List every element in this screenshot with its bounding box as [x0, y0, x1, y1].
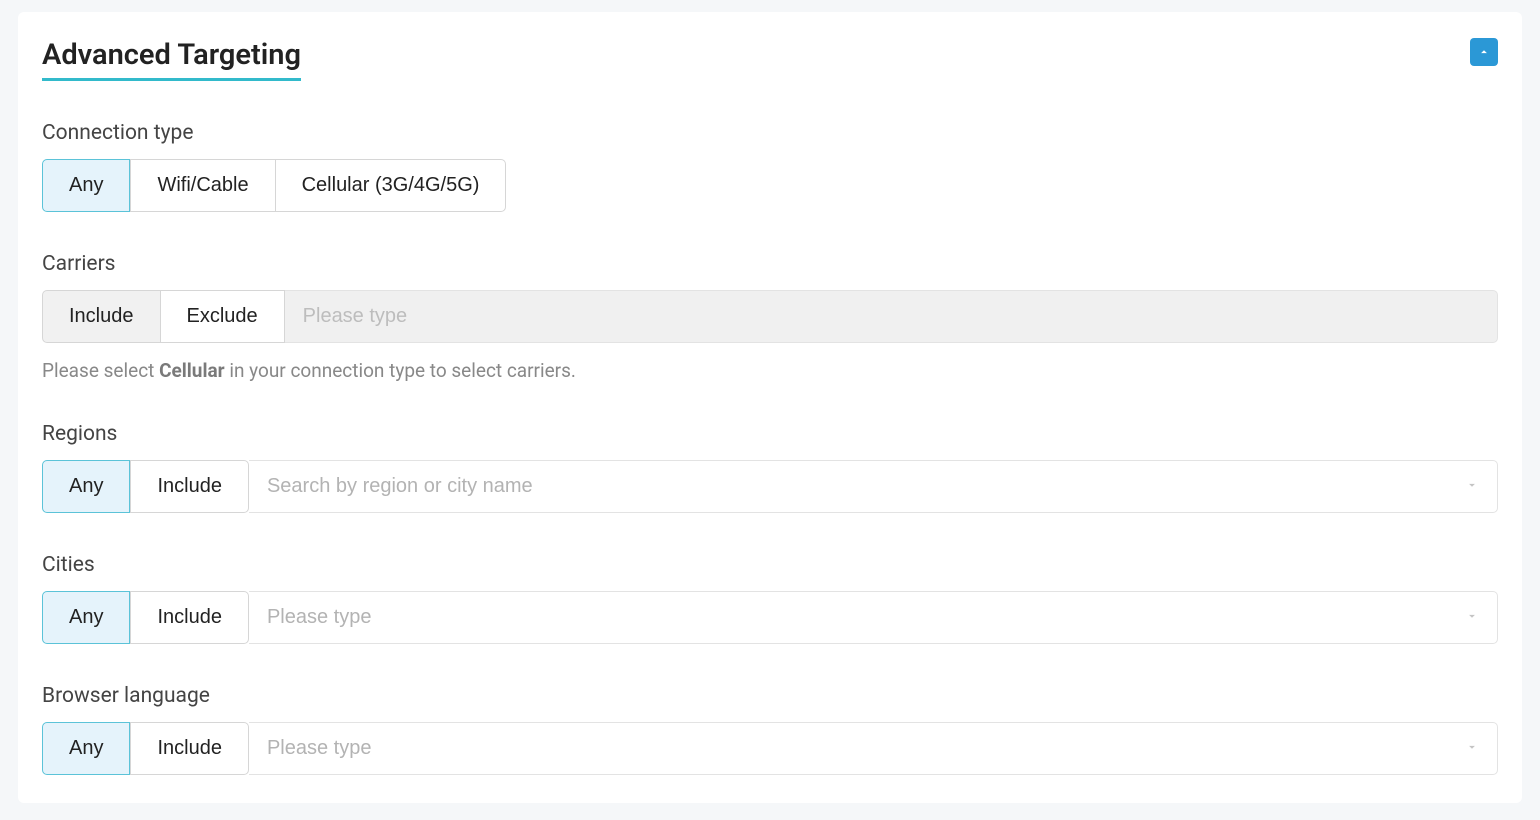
- carriers-input: [303, 291, 1479, 342]
- carriers-row: Include Exclude: [42, 290, 1498, 343]
- carriers-mode-group: Include Exclude: [42, 290, 285, 343]
- carriers-label: Carriers: [42, 252, 1498, 276]
- cities-include-button[interactable]: Include: [130, 591, 249, 644]
- regions-caret-icon: [1465, 477, 1479, 496]
- regions-label: Regions: [42, 422, 1498, 446]
- panel-title: Advanced Targeting: [42, 38, 301, 81]
- connection-type-section: Connection type Any Wifi/Cable Cellular …: [42, 121, 1498, 212]
- chevron-down-icon: [1465, 478, 1479, 492]
- carriers-helper-text: Please select Cellular in your connectio…: [42, 359, 1498, 382]
- browser-language-input-wrap[interactable]: [249, 722, 1498, 775]
- connection-any-button[interactable]: Any: [42, 159, 130, 212]
- cities-any-button[interactable]: Any: [42, 591, 130, 644]
- chevron-up-icon: [1477, 45, 1491, 59]
- browser-language-mode-group: Any Include: [42, 722, 249, 775]
- cities-caret-icon: [1465, 608, 1479, 627]
- connection-cellular-button[interactable]: Cellular (3G/4G/5G): [276, 159, 507, 212]
- collapse-button[interactable]: [1470, 38, 1498, 66]
- browser-language-caret-icon: [1465, 739, 1479, 758]
- regions-input[interactable]: [267, 461, 1455, 512]
- advanced-targeting-panel: Advanced Targeting Connection type Any W…: [18, 12, 1522, 803]
- cities-row: Any Include: [42, 591, 1498, 644]
- connection-wifi-button[interactable]: Wifi/Cable: [130, 159, 275, 212]
- regions-include-button[interactable]: Include: [130, 460, 249, 513]
- carriers-include-button[interactable]: Include: [42, 290, 161, 343]
- connection-type-group: Any Wifi/Cable Cellular (3G/4G/5G): [42, 159, 1498, 212]
- regions-input-wrap[interactable]: [249, 460, 1498, 513]
- connection-type-label: Connection type: [42, 121, 1498, 145]
- carriers-input-wrap: [285, 290, 1498, 343]
- carriers-helper-bold: Cellular: [159, 359, 225, 382]
- cities-input[interactable]: [267, 592, 1455, 643]
- carriers-section: Carriers Include Exclude Please select C…: [42, 252, 1498, 382]
- browser-language-input[interactable]: [267, 723, 1455, 774]
- browser-language-row: Any Include: [42, 722, 1498, 775]
- cities-mode-group: Any Include: [42, 591, 249, 644]
- browser-language-section: Browser language Any Include: [42, 684, 1498, 775]
- chevron-down-icon: [1465, 609, 1479, 623]
- browser-language-label: Browser language: [42, 684, 1498, 708]
- cities-label: Cities: [42, 553, 1498, 577]
- carriers-helper-pre: Please select: [42, 359, 159, 382]
- browser-language-include-button[interactable]: Include: [130, 722, 249, 775]
- regions-any-button[interactable]: Any: [42, 460, 130, 513]
- carriers-helper-post: in your connection type to select carrie…: [225, 359, 576, 382]
- regions-mode-group: Any Include: [42, 460, 249, 513]
- regions-row: Any Include: [42, 460, 1498, 513]
- panel-header: Advanced Targeting: [42, 38, 1498, 81]
- regions-section: Regions Any Include: [42, 422, 1498, 513]
- carriers-exclude-button[interactable]: Exclude: [161, 290, 285, 343]
- cities-section: Cities Any Include: [42, 553, 1498, 644]
- cities-input-wrap[interactable]: [249, 591, 1498, 644]
- browser-language-any-button[interactable]: Any: [42, 722, 130, 775]
- chevron-down-icon: [1465, 740, 1479, 754]
